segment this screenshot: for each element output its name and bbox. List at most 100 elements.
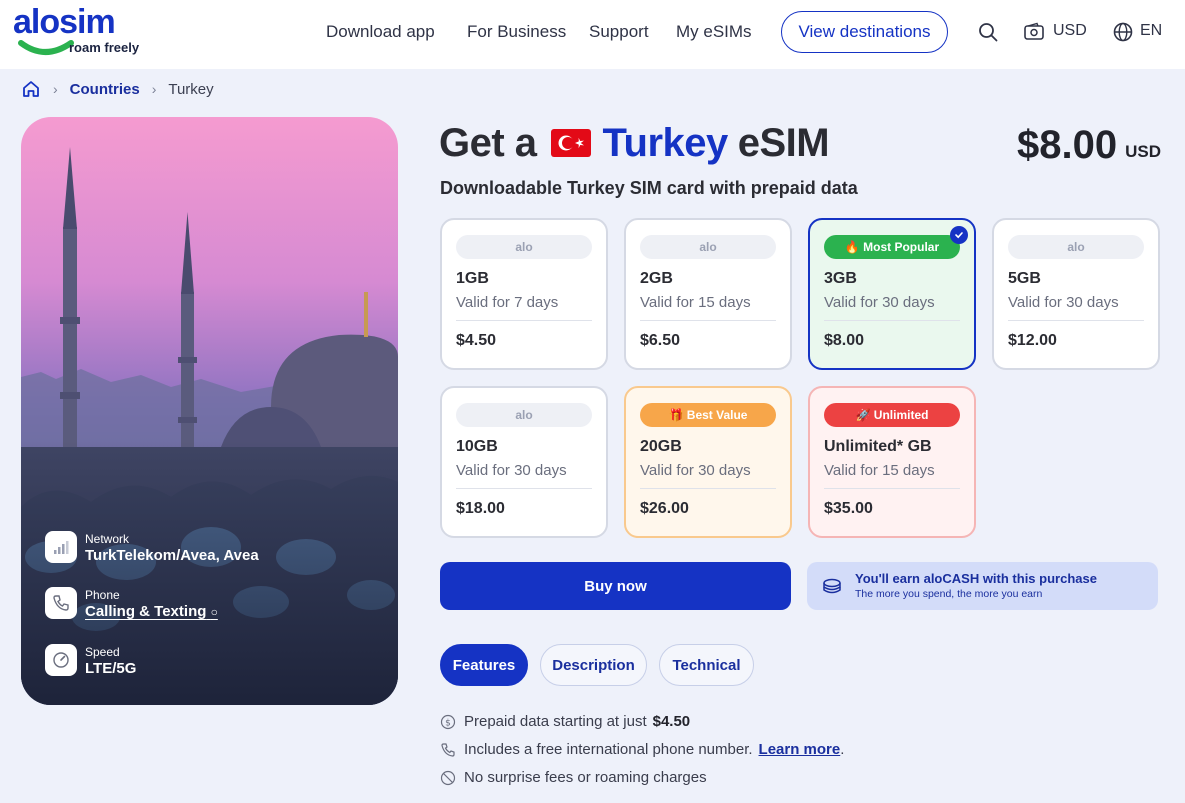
- site-header: alosim roam freely Download app For Busi…: [0, 0, 1185, 69]
- dollar-circle-icon: $: [440, 714, 456, 729]
- plan-data: 3GB: [824, 270, 857, 287]
- chevron-right-icon: ›: [151, 81, 157, 97]
- page-subtitle: Downloadable Turkey SIM card with prepai…: [440, 178, 858, 198]
- feature-text: Includes a free international phone numb…: [464, 741, 753, 758]
- plan-validity: Valid for 30 days: [640, 462, 751, 479]
- plan-data: 1GB: [456, 270, 489, 287]
- no-fees-icon: [440, 770, 456, 785]
- plan-data: 2GB: [640, 270, 673, 287]
- plan-validity: Valid for 15 days: [640, 294, 751, 311]
- logo-tagline: roam freely: [69, 40, 140, 55]
- turkey-flag-icon: [550, 129, 591, 157]
- divider: [456, 320, 592, 321]
- spec-network-label: Network: [85, 532, 130, 546]
- feature-trail: .: [840, 741, 845, 758]
- language-selector[interactable]: EN: [1140, 22, 1162, 40]
- most-popular-badge: 🔥 Most Popular: [824, 235, 960, 259]
- info-icon[interactable]: ○: [211, 605, 218, 619]
- plan-price: $4.50: [456, 332, 497, 349]
- plan-price: $8.00: [824, 332, 865, 349]
- page-title: Get a Turkey eSIM: [439, 118, 830, 168]
- signal-icon: [45, 531, 77, 563]
- learn-more-link[interactable]: Learn more: [759, 741, 841, 758]
- spec-phone-value-text: Calling & Texting: [85, 603, 207, 620]
- plan-data: 10GB: [456, 438, 498, 455]
- divider: [824, 320, 960, 321]
- plan-card-5gb[interactable]: alo 5GB Valid for 30 days $12.00: [992, 218, 1160, 370]
- feature-item-no-fees: No surprise fees or roaming charges: [440, 769, 707, 786]
- spec-network-value: TurkTelekom/Avea, Avea: [85, 547, 259, 564]
- nav-for-business[interactable]: For Business: [467, 22, 566, 42]
- plan-price: $6.50: [640, 332, 681, 349]
- spec-phone-value[interactable]: Calling & Texting ○: [85, 602, 218, 622]
- alocash-title: You'll earn aloCASH with this purchase: [855, 571, 1097, 586]
- plan-validity: Valid for 30 days: [824, 294, 935, 311]
- plan-price: $35.00: [824, 500, 873, 517]
- plan-validity: Valid for 30 days: [456, 462, 567, 479]
- spec-network: Network TurkTelekom/Avea, Avea: [45, 531, 259, 566]
- title-suffix: eSIM: [737, 120, 830, 165]
- plan-card-unlimited[interactable]: 🚀 Unlimited Unlimited* GB Valid for 15 d…: [808, 386, 976, 538]
- tab-technical[interactable]: Technical: [659, 644, 754, 686]
- breadcrumb-current: Turkey: [168, 80, 214, 98]
- home-icon[interactable]: [21, 79, 41, 99]
- feature-text: Prepaid data starting at just: [464, 713, 647, 730]
- title-country: Turkey: [602, 120, 729, 165]
- phone-icon: [441, 742, 455, 757]
- plan-price: $12.00: [1008, 332, 1057, 349]
- plan-card-1gb[interactable]: alo 1GB Valid for 7 days $4.50: [440, 218, 608, 370]
- breadcrumb-countries[interactable]: Countries: [70, 81, 140, 98]
- divider: [824, 488, 960, 489]
- view-destinations-button[interactable]: View destinations: [781, 11, 948, 53]
- globe-icon[interactable]: [1112, 21, 1134, 43]
- phone-icon: [45, 587, 77, 619]
- divider: [456, 488, 592, 489]
- nav-download-app[interactable]: Download app: [326, 22, 435, 42]
- divider: [1008, 320, 1144, 321]
- alosim-logo[interactable]: alosim roam freely: [13, 3, 153, 59]
- spec-speed-value: LTE/5G: [85, 660, 137, 677]
- breadcrumb: › Countries › Turkey: [21, 78, 214, 100]
- plan-data: Unlimited* GB: [824, 438, 932, 455]
- plan-validity: Valid for 15 days: [824, 462, 935, 479]
- feature-item-prepaid: $ Prepaid data starting at just $4.50: [440, 713, 690, 730]
- nav-support[interactable]: Support: [589, 22, 649, 42]
- plan-card-20gb[interactable]: 🎁 Best Value 20GB Valid for 30 days $26.…: [624, 386, 792, 538]
- feature-text: No surprise fees or roaming charges: [464, 769, 707, 786]
- country-hero-image: Network TurkTelekom/Avea, Avea Phone Cal…: [21, 117, 398, 705]
- plan-card-10gb[interactable]: alo 10GB Valid for 30 days $18.00: [440, 386, 608, 538]
- price-currency: USD: [1125, 142, 1161, 161]
- selected-check-icon: [950, 226, 968, 244]
- product-price: $8.00 USD: [1017, 118, 1161, 168]
- feature-item-phone-number: Includes a free international phone numb…: [440, 741, 844, 758]
- divider: [640, 320, 776, 321]
- alo-badge: alo: [1008, 235, 1144, 259]
- divider: [640, 488, 776, 489]
- plan-card-2gb[interactable]: alo 2GB Valid for 15 days $6.50: [624, 218, 792, 370]
- unlimited-badge: 🚀 Unlimited: [824, 403, 960, 427]
- svg-text:$: $: [445, 718, 451, 728]
- plan-validity: Valid for 7 days: [456, 294, 559, 311]
- plan-data: 20GB: [640, 438, 682, 455]
- spec-phone-label: Phone: [85, 588, 120, 602]
- alocash-subtitle: The more you spend, the more you earn: [855, 588, 1043, 600]
- title-prefix: Get a: [439, 120, 537, 165]
- tab-features[interactable]: Features: [440, 644, 528, 686]
- coins-icon: [823, 578, 841, 594]
- buy-now-button[interactable]: Buy now: [440, 562, 791, 610]
- plan-data: 5GB: [1008, 270, 1041, 287]
- search-icon[interactable]: [977, 21, 999, 43]
- alo-badge: alo: [640, 235, 776, 259]
- wallet-icon[interactable]: [1023, 21, 1045, 43]
- logo-smile-icon: [18, 40, 74, 55]
- currency-selector[interactable]: USD: [1053, 22, 1087, 40]
- feature-price: $4.50: [652, 713, 691, 730]
- alo-badge: alo: [456, 403, 592, 427]
- chevron-right-icon: ›: [53, 81, 58, 97]
- plan-card-3gb-selected[interactable]: 🔥 Most Popular 3GB Valid for 30 days $8.…: [808, 218, 976, 370]
- plan-validity: Valid for 30 days: [1008, 294, 1119, 311]
- nav-my-esims[interactable]: My eSIMs: [676, 22, 752, 42]
- tab-description[interactable]: Description: [540, 644, 647, 686]
- spec-speed: Speed LTE/5G: [45, 644, 136, 679]
- plan-price: $26.00: [640, 500, 689, 517]
